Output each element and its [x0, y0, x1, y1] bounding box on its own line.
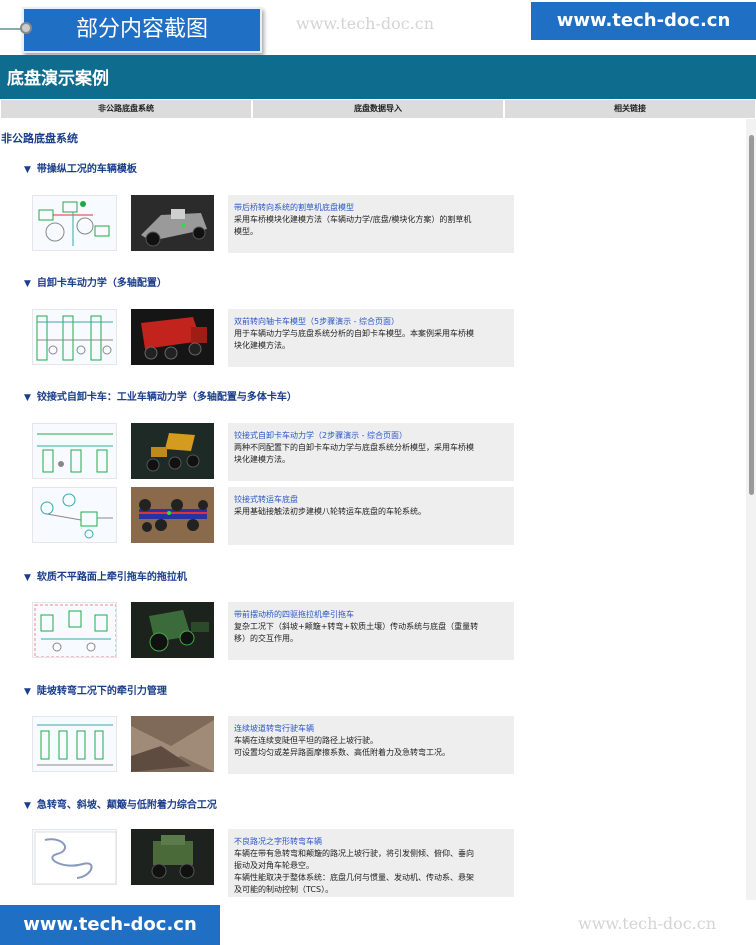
group-heading[interactable]: ▼ 带操纵工况的车辆模板 — [24, 160, 137, 175]
example-card: 铰接式转运车底盘 采用基础接触法初步建模八轮转运车底盘的车轮系统。 — [32, 487, 514, 545]
collapse-triangle-icon[interactable]: ▼ — [24, 687, 31, 697]
excerpt-badge: 部分内容截图 — [22, 7, 262, 53]
card-text: 可设置均匀或差异路面摩擦系数、高低附着力及急转弯工况。 — [234, 748, 450, 757]
card-text: 复杂工况下（斜坡+颠簸+转弯+软质土壤）传动系统与底盘（重量转 — [234, 622, 479, 631]
collapse-triangle-icon[interactable]: ▼ — [24, 165, 31, 175]
tab-chassis-data-import[interactable]: 底盘数据导入 — [252, 99, 504, 119]
card-text: 采用基础接触法初步建模八轮转运车底盘的车轮系统。 — [234, 507, 426, 516]
card-text: 振动及对角车轮悬空。 — [234, 861, 314, 870]
watermark-text: www.tech-doc.cn — [578, 914, 717, 933]
pin-icon — [20, 22, 32, 34]
render-thumbnail[interactable] — [131, 829, 214, 885]
collapse-triangle-icon[interactable]: ▼ — [24, 573, 31, 583]
diagram-thumbnail[interactable] — [32, 487, 117, 543]
card-link[interactable]: 带后桥转向系统的割草机底盘模型 — [234, 202, 508, 214]
card-description: 双前转向轴卡车模型（5步骤演示 - 综合页面） 用于车辆动力学与底盘系统分析的自… — [228, 309, 514, 367]
render-thumbnail[interactable] — [131, 487, 214, 543]
group-title: 带操纵工况的车辆模板 — [36, 164, 137, 175]
card-text: 两种不同配置下的自卸卡车动力学与底盘系统分析模型，采用车桥模 — [234, 443, 474, 452]
card-link[interactable]: 不良路况之字形转弯车辆 — [234, 836, 508, 848]
group-heading[interactable]: ▼ 软质不平路面上牵引拖车的拖拉机 — [24, 568, 187, 583]
card-description: 铰接式自卸卡车动力学（2步骤演示 - 综合页面） 两种不同配置下的自卸卡车动力学… — [228, 423, 514, 481]
diagram-thumbnail[interactable] — [32, 602, 117, 658]
card-text: 车辆在带有急转弯和颠簸的路况上坡行驶，将引发侧倾、俯仰、垂向 — [234, 849, 474, 858]
collapse-triangle-icon[interactable]: ▼ — [24, 801, 31, 811]
vertical-scrollbar[interactable] — [746, 119, 756, 900]
scrollbar-thumb[interactable] — [749, 135, 754, 495]
card-text: 块化建模方法。 — [234, 341, 290, 350]
card-link[interactable]: 带前摆动桥的四驱拖拉机牵引拖车 — [234, 609, 508, 621]
group-title: 急转弯、斜坡、颠簸与低附着力综合工况 — [36, 800, 217, 811]
card-text: 用于车辆动力学与底盘系统分析的自卸卡车模型。本案例采用车桥模 — [234, 329, 474, 338]
page-header: 底盘演示案例 — [0, 55, 756, 99]
card-text: 移）的交互作用。 — [234, 634, 298, 643]
group-title: 铰接式自卸卡车：工业车辆动力学（多轴配置与多体卡车） — [36, 392, 297, 403]
group-title: 软质不平路面上牵引拖车的拖拉机 — [36, 572, 187, 583]
group-heading[interactable]: ▼ 陡坡转弯工况下的牵引力管理 — [24, 682, 167, 697]
card-text: 采用车桥模块化建模方法（车辆动力学/底盘/模块化方案）的割草机 — [234, 215, 472, 224]
card-link[interactable]: 连续坡道转弯行驶车辆 — [234, 723, 508, 735]
card-text: 块化建模方法。 — [234, 455, 290, 464]
content-area: 非公路底盘系统 ▼ 带操纵工况的车辆模板 带后桥转向系统的割草机底盘模型 采用车… — [0, 119, 746, 900]
render-thumbnail[interactable] — [131, 195, 214, 251]
diagram-thumbnail[interactable] — [32, 423, 117, 479]
group-title: 自卸卡车动力学（多轴配置） — [36, 278, 167, 289]
tab-bar: 非公路底盘系统 底盘数据导入 相关链接 — [0, 99, 756, 119]
render-thumbnail[interactable] — [131, 309, 214, 365]
card-text: 车辆性能取决于整体系统：底盘几何与惯量、发动机、传动系、悬架 — [234, 873, 474, 882]
site-badge-bottom: www.tech-doc.cn — [0, 905, 220, 945]
collapse-triangle-icon[interactable]: ▼ — [24, 393, 31, 403]
card-description: 连续坡道转弯行驶车辆 车辆在连续变陡但平坦的路径上坡行驶。 可设置均匀或差异路面… — [228, 716, 514, 774]
card-text: 车辆在连续变陡但平坦的路径上坡行驶。 — [234, 736, 378, 745]
tab-related-links[interactable]: 相关链接 — [504, 99, 756, 119]
page-title: 底盘演示案例 — [7, 69, 109, 89]
example-card: 铰接式自卸卡车动力学（2步骤演示 - 综合页面） 两种不同配置下的自卸卡车动力学… — [32, 423, 514, 481]
group-title: 陡坡转弯工况下的牵引力管理 — [36, 686, 167, 697]
card-text: 及可能的制动控制（TCS）。 — [234, 885, 334, 894]
site-badge-top: www.tech-doc.cn — [531, 2, 756, 40]
example-card: 带前摆动桥的四驱拖拉机牵引拖车 复杂工况下（斜坡+颠簸+转弯+软质土壤）传动系统… — [32, 602, 514, 660]
card-description: 带后桥转向系统的割草机底盘模型 采用车桥模块化建模方法（车辆动力学/底盘/模块化… — [228, 195, 514, 253]
card-description: 带前摆动桥的四驱拖拉机牵引拖车 复杂工况下（斜坡+颠簸+转弯+软质土壤）传动系统… — [228, 602, 514, 660]
group-heading[interactable]: ▼ 自卸卡车动力学（多轴配置） — [24, 274, 167, 289]
example-card: 不良路况之字形转弯车辆 车辆在带有急转弯和颠簸的路况上坡行驶，将引发侧倾、俯仰、… — [32, 829, 514, 897]
card-link[interactable]: 铰接式转运车底盘 — [234, 494, 508, 506]
render-thumbnail[interactable] — [131, 602, 214, 658]
card-description: 不良路况之字形转弯车辆 车辆在带有急转弯和颠簸的路况上坡行驶，将引发侧倾、俯仰、… — [228, 829, 514, 897]
example-card: 双前转向轴卡车模型（5步骤演示 - 综合页面） 用于车辆动力学与底盘系统分析的自… — [32, 309, 514, 367]
card-link[interactable]: 铰接式自卸卡车动力学（2步骤演示 - 综合页面） — [234, 430, 508, 442]
card-link[interactable]: 双前转向轴卡车模型（5步骤演示 - 综合页面） — [234, 316, 508, 328]
watermark-text: www.tech-doc.cn — [296, 14, 435, 33]
group-heading[interactable]: ▼ 铰接式自卸卡车：工业车辆动力学（多轴配置与多体卡车） — [24, 388, 297, 403]
diagram-thumbnail[interactable] — [32, 829, 117, 885]
diagram-thumbnail[interactable] — [32, 716, 117, 772]
example-card: 连续坡道转弯行驶车辆 车辆在连续变陡但平坦的路径上坡行驶。 可设置均匀或差异路面… — [32, 716, 514, 774]
tab-offroad-chassis[interactable]: 非公路底盘系统 — [0, 99, 252, 119]
card-description: 铰接式转运车底盘 采用基础接触法初步建模八轮转运车底盘的车轮系统。 — [228, 487, 514, 545]
top-band: 部分内容截图 www.tech-doc.cn www.tech-doc.cn — [0, 0, 756, 55]
collapse-triangle-icon[interactable]: ▼ — [24, 279, 31, 289]
render-thumbnail[interactable] — [131, 423, 214, 479]
example-card: 带后桥转向系统的割草机底盘模型 采用车桥模块化建模方法（车辆动力学/底盘/模块化… — [32, 195, 514, 253]
group-heading[interactable]: ▼ 急转弯、斜坡、颠簸与低附着力综合工况 — [24, 796, 217, 811]
diagram-thumbnail[interactable] — [32, 309, 117, 365]
section-title: 非公路底盘系统 — [1, 132, 78, 145]
diagram-thumbnail[interactable] — [32, 195, 117, 251]
card-text: 模型。 — [234, 227, 258, 236]
render-thumbnail[interactable] — [131, 716, 214, 772]
